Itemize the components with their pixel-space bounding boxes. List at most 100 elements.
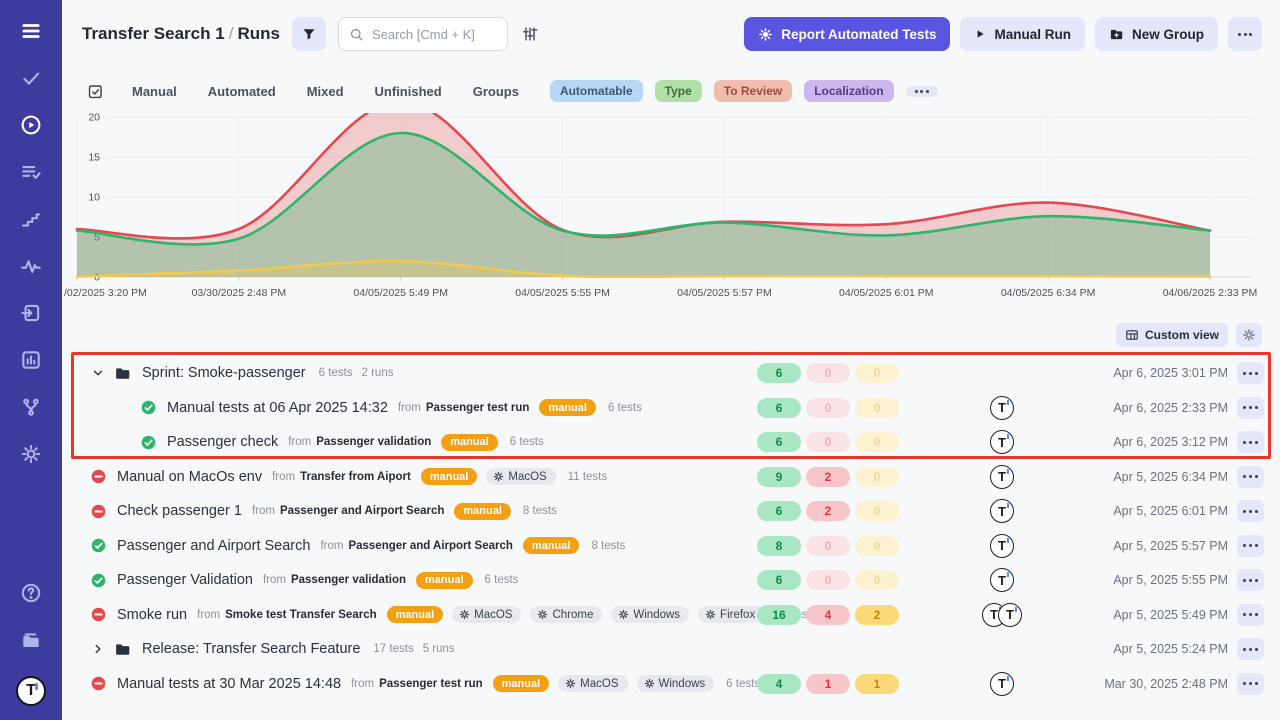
sidebar-item-menu[interactable] <box>18 18 44 44</box>
row-more-button[interactable] <box>1237 569 1264 591</box>
run-name: Passenger check <box>167 434 278 450</box>
manual-badge: manual <box>387 606 444 623</box>
manual-badge: manual <box>416 572 473 589</box>
sidebar-item-runs-play[interactable] <box>18 112 44 138</box>
run-row[interactable]: Check passenger 1fromPassenger and Airpo… <box>62 494 1280 529</box>
run-row[interactable]: Manual tests at 06 Apr 2025 14:32fromPas… <box>62 391 1280 426</box>
tab-mixed[interactable]: Mixed <box>307 84 344 99</box>
row-more-button[interactable] <box>1237 397 1264 419</box>
display-settings-icon[interactable] <box>520 24 540 44</box>
row-more-button[interactable] <box>1237 431 1264 453</box>
custom-view-button[interactable]: Custom view <box>1116 323 1228 347</box>
run-row[interactable]: Manual on MacOs envfromTransfer from Aip… <box>62 460 1280 495</box>
row-more-button[interactable] <box>1237 673 1264 695</box>
header-actions: Report Automated Tests Manual Run New Gr… <box>744 17 1262 51</box>
svg-text:/02/2025 3:20 PM: /02/2025 3:20 PM <box>64 287 147 299</box>
run-name: Manual tests at 06 Apr 2025 14:32 <box>167 400 388 416</box>
new-group-button[interactable]: New Group <box>1095 17 1218 51</box>
run-row[interactable]: Passenger ValidationfromPassenger valida… <box>62 563 1280 598</box>
tab-groups[interactable]: Groups <box>473 84 519 99</box>
folder-plus-icon <box>1109 27 1124 42</box>
sidebar-item-pulse[interactable] <box>18 253 44 279</box>
run-name: Check passenger 1 <box>117 503 242 519</box>
testomat-logo[interactable]: T <box>16 676 46 706</box>
group-meta: 17 tests5 runs <box>373 643 454 655</box>
sidebar-item-tests-check[interactable] <box>18 65 44 91</box>
assignee-avatars: T <box>967 396 1037 420</box>
ellipsis-icon <box>1243 441 1257 444</box>
search-input[interactable] <box>372 27 492 42</box>
run-row[interactable]: Manual tests at 30 Mar 2025 14:48fromPas… <box>62 667 1280 702</box>
run-source: Smoke test Transfer Search <box>225 609 377 621</box>
sidebar-item-steps[interactable] <box>18 206 44 232</box>
view-settings-button[interactable] <box>1236 323 1262 347</box>
tab-unfinished[interactable]: Unfinished <box>375 84 442 99</box>
sidebar-item-settings-gear[interactable] <box>18 441 44 467</box>
svg-text:04/05/2025 5:49 PM: 04/05/2025 5:49 PM <box>353 287 448 299</box>
run-row[interactable]: Smoke runfromSmoke test Transfer Searchm… <box>62 598 1280 633</box>
group-row[interactable]: Release: Transfer Search Feature17 tests… <box>62 632 1280 667</box>
run-tests-count: 6 tests <box>485 574 519 586</box>
row-more-button[interactable] <box>1237 638 1264 660</box>
tab-automated[interactable]: Automated <box>208 84 276 99</box>
chevron-down-icon[interactable] <box>90 365 106 381</box>
skipped-count-pill: 0 <box>855 536 899 556</box>
sidebar-item-analytics[interactable] <box>18 347 44 373</box>
environment-gear-icon <box>459 609 470 620</box>
group-row[interactable]: Sprint: Smoke-passenger6 tests2 runs600A… <box>62 356 1280 391</box>
more-tags-button[interactable] <box>906 86 938 97</box>
filter-button[interactable] <box>292 17 326 51</box>
avatar[interactable]: T <box>998 603 1022 627</box>
filter-tag-type[interactable]: Type <box>655 80 702 102</box>
run-date: Apr 5, 2025 5:49 PM <box>1058 608 1228 622</box>
sidebar-item-help[interactable] <box>18 580 44 606</box>
run-source: Passenger test run <box>426 402 530 414</box>
run-tests-count: 6 tests <box>510 436 544 448</box>
sidebar-item-branches[interactable] <box>18 394 44 420</box>
svg-text:15: 15 <box>88 152 100 164</box>
avatar[interactable]: T <box>990 396 1014 420</box>
row-more-button[interactable] <box>1237 535 1264 557</box>
skipped-count-pill: 2 <box>855 605 899 625</box>
run-row[interactable]: Passenger and Airport SearchfromPassenge… <box>62 529 1280 564</box>
sidebar-item-test-plans[interactable] <box>18 159 44 185</box>
search-box[interactable] <box>338 17 508 51</box>
manual-run-button[interactable]: Manual Run <box>960 17 1085 51</box>
run-from-label: from <box>288 436 311 448</box>
avatar[interactable]: T <box>990 568 1014 592</box>
passed-count-pill: 8 <box>757 536 801 556</box>
avatar[interactable]: T <box>990 430 1014 454</box>
avatar[interactable]: T <box>990 499 1014 523</box>
sidebar-item-library[interactable] <box>18 628 44 654</box>
svg-text:20: 20 <box>88 112 100 124</box>
run-date: Apr 5, 2025 5:55 PM <box>1058 573 1228 587</box>
run-row[interactable]: Passenger checkfromPassenger validationm… <box>62 425 1280 460</box>
assignee-avatars: T <box>967 672 1037 696</box>
run-date: Apr 6, 2025 3:12 PM <box>1058 435 1228 449</box>
assignee-avatars: T <box>967 465 1037 489</box>
row-more-button[interactable] <box>1237 466 1264 488</box>
chevron-right-icon[interactable] <box>90 641 106 657</box>
report-automated-tests-button[interactable]: Report Automated Tests <box>744 17 950 51</box>
environment-badge: MacOS <box>558 675 627 692</box>
ellipsis-icon <box>1243 372 1257 375</box>
avatar[interactable]: T <box>990 465 1014 489</box>
row-more-button[interactable] <box>1237 362 1264 384</box>
row-more-button[interactable] <box>1237 604 1264 626</box>
filter-tag-to-review[interactable]: To Review <box>714 80 792 102</box>
avatar[interactable]: T <box>990 672 1014 696</box>
filter-tag-automatable[interactable]: Automatable <box>550 80 643 102</box>
failed-count-pill: 4 <box>806 605 850 625</box>
svg-text:10: 10 <box>88 192 100 204</box>
run-source: Transfer from Aiport <box>300 471 411 483</box>
run-tests-count: 11 tests <box>568 471 607 483</box>
manual-badge: manual <box>493 675 550 692</box>
header-more-button[interactable] <box>1228 17 1262 51</box>
tab-manual[interactable]: Manual <box>132 84 177 99</box>
filter-tag-localization[interactable]: Localization <box>804 80 893 102</box>
sidebar-item-import[interactable] <box>18 300 44 326</box>
avatar[interactable]: T <box>990 534 1014 558</box>
passed-status-icon <box>90 572 107 589</box>
row-more-button[interactable] <box>1237 500 1264 522</box>
select-all-icon[interactable] <box>85 81 105 101</box>
